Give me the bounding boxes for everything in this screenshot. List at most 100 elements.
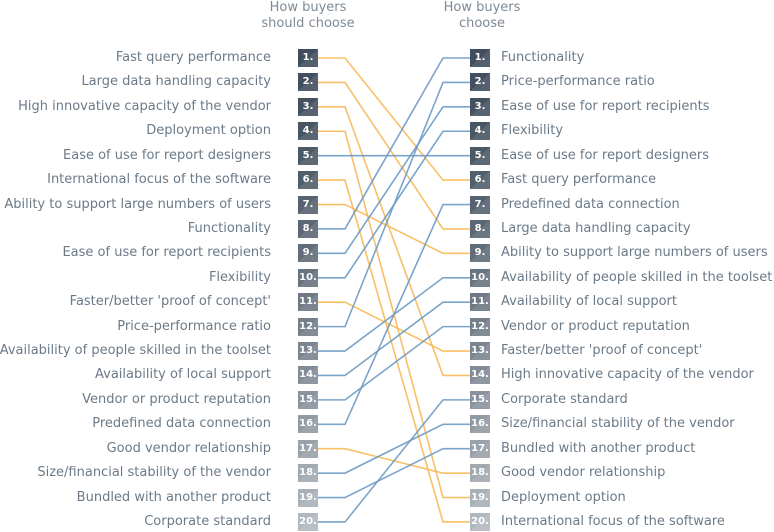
left-label: Faster/better 'proof of concept' <box>69 294 271 310</box>
right-rank-badge: 3. <box>470 97 490 116</box>
rank-number: 18. <box>299 467 317 479</box>
left-label: Fast query performance <box>115 50 271 65</box>
left-label: Deployment option <box>146 123 271 139</box>
left-label: Vendor or product reputation <box>82 391 271 407</box>
left-rank-badge: 11. <box>298 293 318 312</box>
left-rank-badge: 4. <box>298 122 318 141</box>
left-rank-badge: 10. <box>298 268 318 287</box>
left-label: Predefined data connection <box>92 416 271 432</box>
link-15-to-12 <box>318 325 470 401</box>
right-label: Bundled with another product <box>501 440 696 456</box>
left-label: High innovative capacity of the vendor <box>18 98 271 114</box>
right-rank-badge: 16. <box>470 415 490 434</box>
rank-number: 19. <box>471 491 489 503</box>
link-20-to-15 <box>318 399 470 523</box>
rank-number: 5. <box>474 149 486 161</box>
rank-number: 7. <box>302 198 314 210</box>
right-label: Size/financial stability of the vendor <box>501 416 735 432</box>
link-16-to-7 <box>318 203 470 426</box>
rank-number: 11. <box>299 296 317 308</box>
rank-number: 12. <box>471 320 489 332</box>
link-1-to-6 <box>318 57 470 181</box>
right-rank-badge: 8. <box>470 219 490 238</box>
left-label: Ability to support large numbers of user… <box>4 196 271 212</box>
right-rank-badge: 9. <box>470 244 490 263</box>
rank-number: 5. <box>302 149 314 161</box>
rank-number: 15. <box>299 393 317 405</box>
left-rank-badge: 17. <box>298 439 318 458</box>
left-rank-badge: 19. <box>298 488 318 507</box>
rank-number: 2. <box>474 76 486 88</box>
right-label: Ease of use for report recipients <box>501 98 710 114</box>
rank-number: 12. <box>299 320 317 332</box>
left-label: International focus of the software <box>47 172 271 188</box>
rank-number: 9. <box>474 247 486 259</box>
left-label: Price-performance ratio <box>117 318 271 334</box>
rank-number: 3. <box>474 100 486 112</box>
right-label: Predefined data connection <box>501 196 680 212</box>
right-label: Price-performance ratio <box>501 74 655 90</box>
right-label: Fast query performance <box>501 172 657 188</box>
left-rank-badge: 12. <box>298 317 318 336</box>
rank-number: 17. <box>471 442 489 454</box>
rank-number: 8. <box>474 222 486 234</box>
right-label: Faster/better 'proof of concept' <box>501 343 703 359</box>
rank-number: 20. <box>471 515 489 527</box>
left-rank-badge: 8. <box>298 219 318 238</box>
right-rank-badge: 13. <box>470 342 490 361</box>
right-label: Availability of local support <box>501 294 677 310</box>
right-rank-badge: 6. <box>470 171 490 190</box>
rank-number: 3. <box>302 100 314 112</box>
rank-number: 1. <box>302 52 314 63</box>
link-3-to-14 <box>318 106 470 377</box>
left-label: Corporate standard <box>144 513 271 529</box>
rank-number: 6. <box>302 174 314 186</box>
left-label: Functionality <box>187 220 271 236</box>
right-label: Large data handling capacity <box>501 220 691 236</box>
left-label: Availability of people skilled in the to… <box>0 343 271 359</box>
rank-number: 7. <box>474 198 486 210</box>
rank-number: 2. <box>302 76 314 88</box>
right-rank-badge: 10. <box>470 268 490 287</box>
right-rank-badge: 2. <box>470 73 490 92</box>
right-rank-badge: 20. <box>470 512 490 531</box>
right-rank-badge: 12. <box>470 317 490 336</box>
rank-number: 13. <box>299 345 317 357</box>
left-rank-badge: 6. <box>298 171 318 190</box>
left-rank-badge: 16. <box>298 415 318 434</box>
right-label: Functionality <box>501 50 585 65</box>
right-label: Good vendor relationship <box>501 465 666 481</box>
right-rank-badge: 17. <box>470 439 490 458</box>
right-label: Availability of people skilled in the to… <box>501 269 773 285</box>
right-rank-badge: 19. <box>470 488 490 507</box>
right-label: International focus of the software <box>501 513 725 529</box>
left-rank-badge: 15. <box>298 390 318 409</box>
left-label: Flexibility <box>208 269 271 285</box>
left-label: Bundled with another product <box>76 489 271 505</box>
right-rank-badge: 18. <box>470 464 490 483</box>
rank-number: 6. <box>474 174 486 186</box>
left-label: Ease of use for report recipients <box>62 245 271 261</box>
right-rank-badge: 11. <box>470 293 490 312</box>
left-rank-badge: 1. <box>298 49 318 67</box>
right-rank-badge: 5. <box>470 146 490 165</box>
right-label: Vendor or product reputation <box>501 318 690 334</box>
rank-number: 14. <box>299 369 317 381</box>
rank-number: 16. <box>299 418 317 430</box>
left-label: Availability of local support <box>95 367 271 383</box>
left-rank-badge: 2. <box>298 73 318 92</box>
right-label: Corporate standard <box>501 391 628 407</box>
rank-number: 15. <box>471 393 489 405</box>
left-rank-badge: 5. <box>298 146 318 165</box>
rank-number: 16. <box>471 418 489 430</box>
right-label: Deployment option <box>501 489 626 505</box>
right-label: Ease of use for report designers <box>501 147 709 163</box>
rank-number: 9. <box>302 247 314 259</box>
left-label: Large data handling capacity <box>81 74 271 90</box>
left-rank-badge: 9. <box>298 244 318 263</box>
rank-number: 10. <box>471 271 489 283</box>
left-label: Good vendor relationship <box>106 440 271 456</box>
right-rank-badge: 14. <box>470 366 490 385</box>
rank-number: 17. <box>299 442 317 454</box>
rank-number: 1. <box>474 52 486 63</box>
